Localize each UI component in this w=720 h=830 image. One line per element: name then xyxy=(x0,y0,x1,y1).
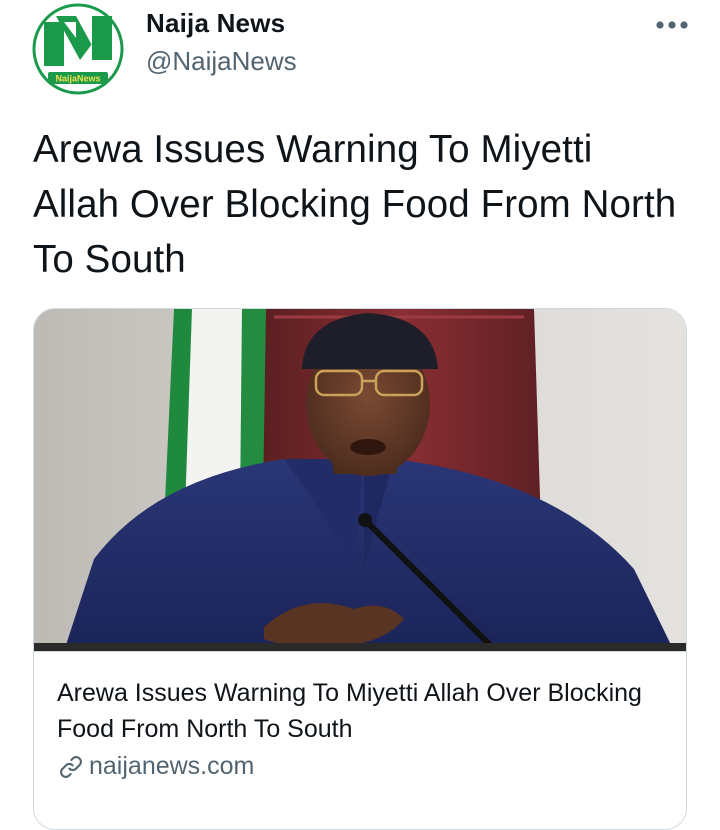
author-handle[interactable]: @NaijaNews xyxy=(146,46,297,77)
naija-news-logo-icon: NaijaNews xyxy=(32,3,124,95)
card-title[interactable]: Arewa Issues Warning To Miyetti Allah Ov… xyxy=(57,675,667,747)
author-avatar[interactable]: NaijaNews xyxy=(30,2,126,96)
card-domain-text: naijanews.com xyxy=(89,752,255,780)
tweet-text: Arewa Issues Warning To Miyetti Allah Ov… xyxy=(33,128,677,281)
card-domain[interactable]: naijanews.com xyxy=(57,752,254,781)
card-image[interactable] xyxy=(34,309,686,651)
link-preview-card[interactable]: Arewa Issues Warning To Miyetti Allah Ov… xyxy=(33,308,687,830)
card-photo xyxy=(34,309,686,651)
avatar-logo-text: NaijaNews xyxy=(55,74,100,84)
more-horizontal-icon xyxy=(656,21,688,29)
tweet[interactable]: NaijaNews Naija News @NaijaNews Arewa Is… xyxy=(0,0,720,830)
more-button[interactable] xyxy=(652,10,692,40)
card-divider xyxy=(34,651,686,652)
link-icon xyxy=(57,753,85,781)
author-name[interactable]: Naija News xyxy=(146,8,285,39)
